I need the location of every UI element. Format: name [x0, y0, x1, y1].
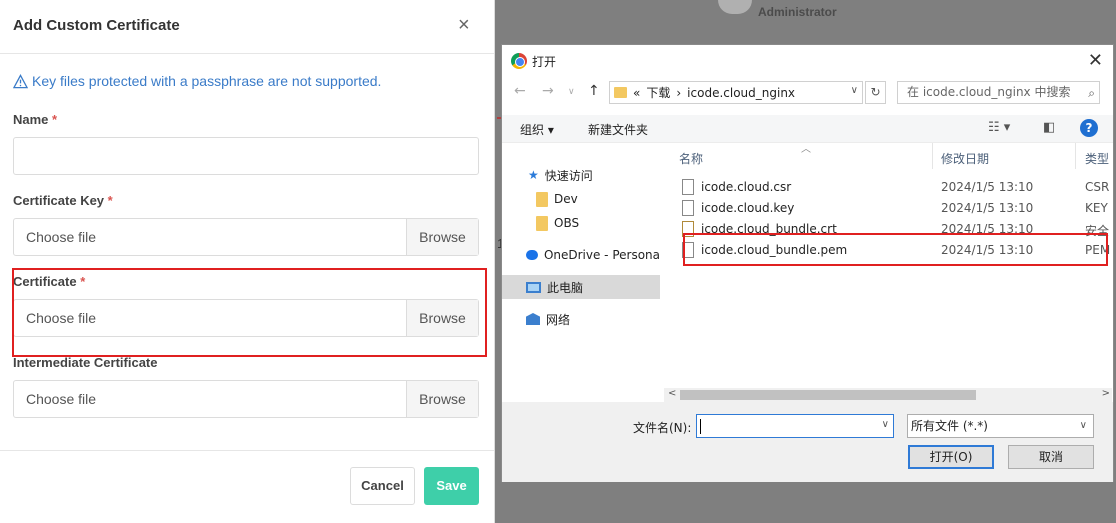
back-arrow-icon[interactable]: ←: [514, 83, 526, 99]
forward-arrow-icon[interactable]: →: [542, 83, 554, 99]
breadcrumb-folder[interactable]: icode.cloud_nginx: [687, 86, 795, 100]
nav-label: 此电脑: [547, 280, 584, 295]
folder-icon: [614, 87, 627, 98]
address-bar[interactable]: « 下载 › icode.cloud_nginx ∨: [609, 81, 863, 104]
nav-folder-obs[interactable]: OBS: [502, 211, 660, 235]
nav-quick-access[interactable]: ★ 快速访问: [502, 163, 660, 187]
recent-dropdown-icon[interactable]: ∨: [568, 87, 575, 97]
close-icon[interactable]: ×: [458, 14, 470, 36]
address-prefix: «: [633, 85, 641, 100]
file-date: 2024/1/5 13:10: [941, 180, 1034, 194]
chrome-icon: [511, 53, 527, 69]
star-icon: ★: [528, 168, 539, 182]
file-type-value: 所有文件 (*.*): [911, 419, 988, 433]
breadcrumb-separator: ›: [676, 85, 682, 100]
navigation-pane: ★ 快速访问 Dev OBS OneDrive - Persona 此电脑 网络: [502, 149, 660, 402]
network-icon: [526, 313, 540, 325]
nav-label: OBS: [554, 216, 580, 230]
warning-text: Key files protected with a passphrase ar…: [32, 73, 382, 89]
column-type[interactable]: 类型: [1085, 150, 1109, 167]
column-date[interactable]: 修改日期: [941, 150, 989, 167]
nav-network[interactable]: 网络: [502, 307, 660, 331]
dialog-footer: 文件名(N): ∨ 所有文件 (*.*) ∨ 打开(O) 取消: [502, 402, 1113, 482]
folder-icon: [536, 191, 548, 207]
column-divider[interactable]: [1075, 143, 1076, 169]
nav-this-pc[interactable]: 此电脑: [502, 275, 660, 299]
file-name: icode.cloud.csr: [701, 180, 792, 194]
navigation-bar: ← → ∨ ↑ « 下载 › icode.cloud_nginx ∨ ↻ 在 i…: [502, 81, 1113, 105]
folder-icon: [536, 215, 548, 231]
name-input[interactable]: [13, 137, 479, 175]
file-row[interactable]: icode.cloud.csr 2024/1/5 13:10 CSR: [664, 177, 1112, 198]
warning-icon: [13, 73, 28, 88]
nav-folder-dev[interactable]: Dev: [502, 187, 660, 211]
save-button[interactable]: Save: [424, 467, 479, 505]
help-icon[interactable]: ?: [1080, 119, 1098, 137]
search-icon: ⌕: [1088, 86, 1095, 100]
certificate-key-label: Certificate Key *: [13, 193, 113, 208]
name-label: Name *: [13, 112, 58, 127]
view-options-icon[interactable]: ☷ ▾: [988, 120, 1010, 135]
intermediate-certificate-file-input[interactable]: Choose file Browse: [13, 380, 479, 418]
file-name: icode.cloud.key: [701, 201, 795, 215]
dialog-titlebar: 打开 ✕: [502, 45, 1113, 77]
browse-button[interactable]: Browse: [406, 381, 478, 417]
cancel-button[interactable]: Cancel: [350, 467, 415, 505]
file-icon: [682, 179, 694, 195]
cloud-icon: [526, 250, 538, 260]
open-button[interactable]: 打开(O): [908, 445, 994, 469]
file-placeholder: Choose file: [26, 229, 97, 245]
column-name[interactable]: 名称: [679, 150, 703, 167]
search-input[interactable]: 在 icode.cloud_nginx 中搜索 ⌕: [897, 81, 1100, 104]
dialog-close-icon[interactable]: ✕: [1088, 50, 1103, 71]
scroll-right-icon[interactable]: >: [1102, 388, 1110, 399]
file-type-select[interactable]: 所有文件 (*.*) ∨: [907, 414, 1094, 438]
chevron-down-icon: ∨: [1079, 420, 1087, 431]
nav-label: Dev: [554, 192, 578, 206]
nav-onedrive[interactable]: OneDrive - Persona: [502, 243, 660, 267]
file-type: CSR: [1085, 180, 1110, 194]
highlight-box-pem-file: [683, 233, 1108, 266]
search-placeholder: 在 icode.cloud_nginx 中搜索: [907, 85, 1071, 99]
file-icon: [682, 200, 694, 216]
nav-label: 网络: [546, 312, 571, 327]
nav-label: 快速访问: [544, 168, 593, 183]
file-placeholder: Choose file: [26, 391, 97, 407]
highlight-box-certificate: [12, 268, 487, 357]
breadcrumb-downloads[interactable]: 下载: [646, 84, 670, 101]
file-date: 2024/1/5 13:10: [941, 201, 1034, 215]
modal-header: Add Custom Certificate ×: [0, 0, 494, 54]
preview-pane-icon[interactable]: ◧: [1043, 120, 1055, 135]
dialog-cancel-button[interactable]: 取消: [1008, 445, 1094, 469]
column-divider[interactable]: [932, 143, 933, 169]
nav-label: OneDrive - Persona: [543, 248, 660, 262]
passphrase-warning: Key files protected with a passphrase ar…: [13, 73, 381, 89]
add-certificate-modal: Add Custom Certificate × Key files prote…: [0, 0, 495, 523]
certificate-key-file-input[interactable]: Choose file Browse: [13, 218, 479, 256]
file-type: KEY: [1085, 201, 1108, 215]
file-list: ︿ 名称 修改日期 类型 icode.cloud.csr 2024/1/5 13…: [664, 143, 1112, 401]
new-folder-button[interactable]: 新建文件夹: [588, 121, 648, 138]
scrollbar-thumb[interactable]: [680, 390, 976, 400]
address-dropdown-icon[interactable]: ∨: [851, 85, 858, 96]
file-row[interactable]: icode.cloud.key 2024/1/5 13:10 KEY: [664, 198, 1112, 219]
filename-label: 文件名(N):: [633, 421, 692, 435]
chevron-down-icon[interactable]: ∨: [882, 419, 889, 430]
filename-input[interactable]: ∨: [696, 414, 894, 438]
intermediate-certificate-label: Intermediate Certificate: [13, 355, 158, 370]
user-name: Administrator: [758, 5, 837, 19]
sort-up-icon: ︿: [801, 144, 811, 155]
dialog-toolbar: 组织 ▾ 新建文件夹 ☷ ▾ ◧ ?: [502, 115, 1113, 143]
dialog-title: 打开: [532, 55, 557, 69]
pc-icon: [526, 281, 541, 293]
scroll-left-icon[interactable]: <: [668, 388, 676, 399]
browse-button[interactable]: Browse: [406, 219, 478, 255]
organize-menu[interactable]: 组织 ▾: [520, 121, 554, 138]
horizontal-scrollbar[interactable]: < >: [664, 388, 1112, 402]
refresh-icon[interactable]: ↻: [865, 81, 886, 104]
modal-title: Add Custom Certificate: [13, 17, 180, 34]
up-arrow-icon[interactable]: ↑: [588, 83, 600, 99]
modal-footer: [0, 450, 494, 523]
